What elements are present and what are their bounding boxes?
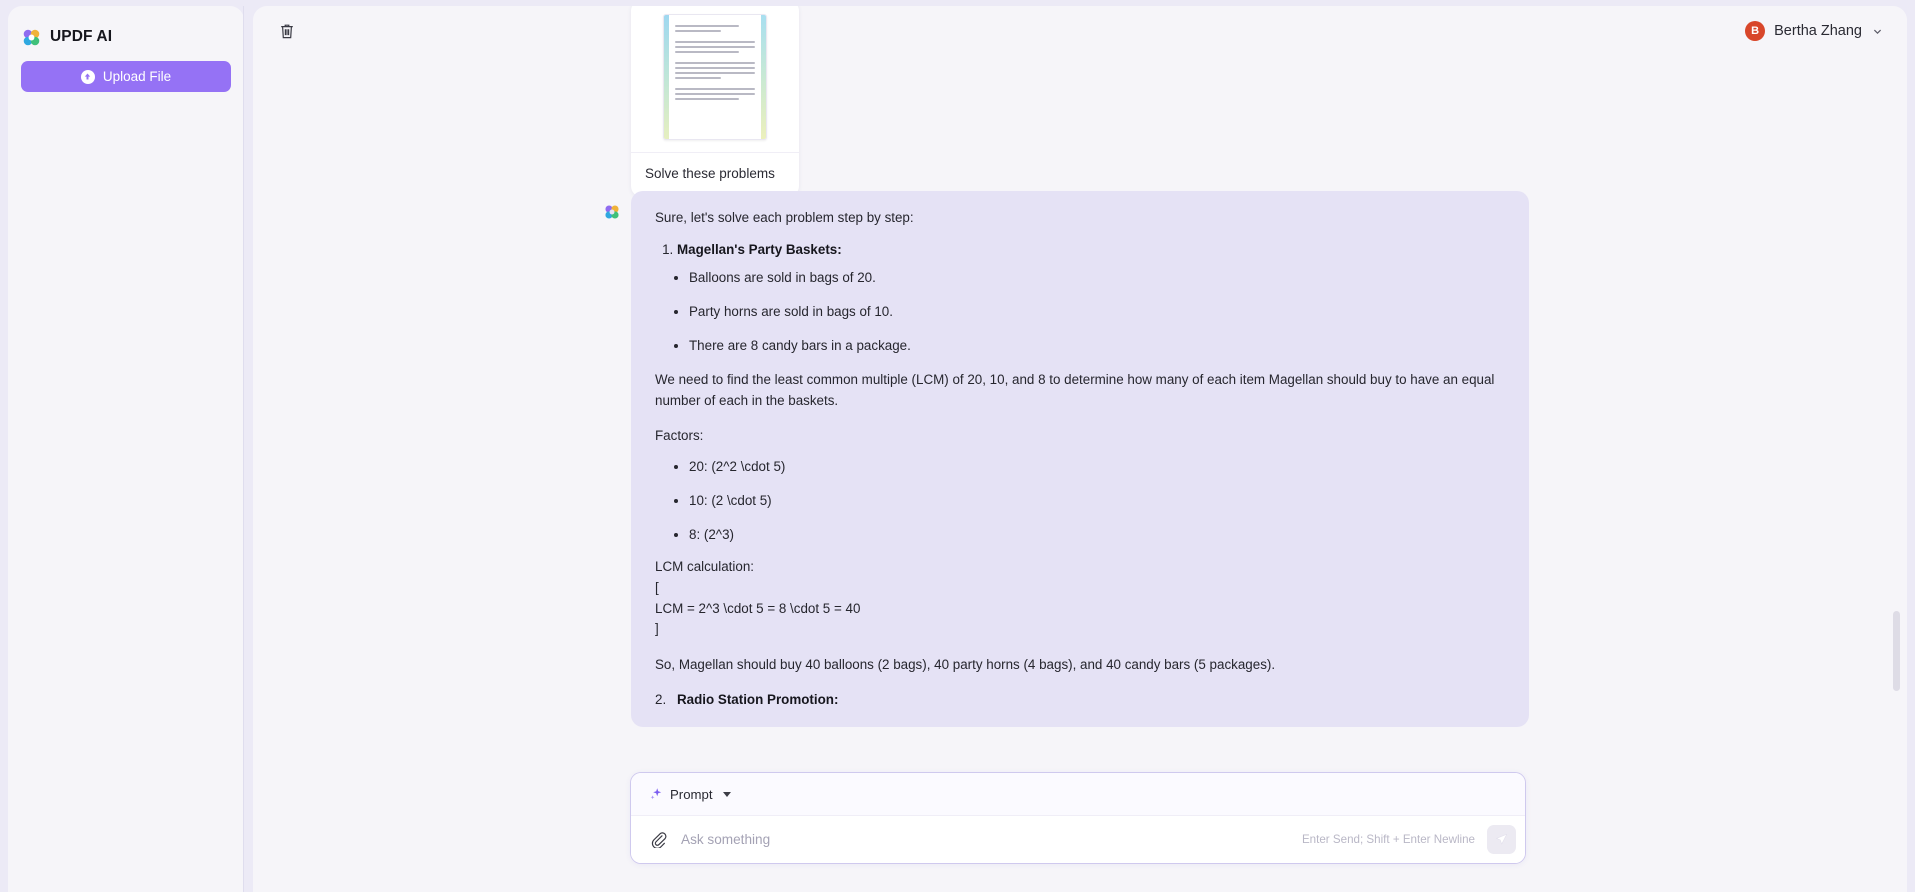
item-1-conclusion: So, Magellan should buy 40 balloons (2 b… <box>655 657 1276 673</box>
user-message: Solve these problems <box>631 6 799 197</box>
step-item-1-title: Magellan's Party Baskets: <box>677 242 1505 257</box>
item-1-factors: 20: (2^2 \cdot 5) 10: (2 \cdot 5) 8: (2^… <box>655 458 1505 544</box>
brand-title: UPDF AI <box>50 28 113 45</box>
upload-circle-icon <box>80 69 95 84</box>
paperclip-icon[interactable] <box>649 830 668 849</box>
attachment-thumbnail[interactable] <box>631 6 799 140</box>
assistant-intro: Sure, let's solve each problem step by s… <box>655 210 914 225</box>
sparkle-icon <box>649 787 663 801</box>
chevron-down-icon <box>1872 26 1883 37</box>
list-item: Party horns are sold in bags of 10. <box>689 303 1505 321</box>
step-item-2-number: 2. <box>655 692 667 708</box>
updf-flower-logo-icon <box>22 28 41 47</box>
composer: Prompt Enter Send; Shift + Enter Newline <box>630 772 1526 864</box>
pdf-document-thumbnail-icon <box>663 14 767 140</box>
item-1-bullets: Balloons are sold in bags of 20. Party h… <box>655 269 1505 355</box>
composer-input-row: Enter Send; Shift + Enter Newline <box>631 815 1525 863</box>
list-item: 8: (2^3) <box>689 526 1505 544</box>
assistant-bubble: Sure, let's solve each problem step by s… <box>631 191 1529 728</box>
sidebar-divider <box>243 6 244 892</box>
list-item: There are 8 candy bars in a package. <box>689 337 1505 355</box>
search-input[interactable] <box>681 832 1302 847</box>
main-header: B Bertha Zhang <box>253 6 1907 56</box>
assistant-step-list-2: 2. Radio Station Promotion: <box>655 692 1505 707</box>
step-item-2-title: Radio Station Promotion: <box>677 692 839 708</box>
brand-row: UPDF AI <box>8 6 244 50</box>
lcm-calculation-block: LCM calculation: [ LCM = 2^3 \cdot 5 = 8… <box>655 559 861 637</box>
scrollbar-thumb[interactable] <box>1893 611 1900 691</box>
upload-file-button[interactable]: Upload File <box>21 61 231 92</box>
prompt-selector[interactable]: Prompt <box>649 787 731 802</box>
assistant-step-list: Magellan's Party Baskets: <box>655 242 1505 257</box>
composer-hint: Enter Send; Shift + Enter Newline <box>1301 833 1475 846</box>
avatar: B <box>1745 21 1766 41</box>
list-item: Balloons are sold in bags of 20. <box>689 269 1505 287</box>
composer-toolbar: Prompt <box>631 773 1525 815</box>
upload-file-label: Upload File <box>102 69 172 84</box>
updf-flower-logo-icon <box>604 204 620 220</box>
item-1-paragraph: We need to find the least common multipl… <box>655 372 1495 408</box>
main-panel: B Bertha Zhang Solve these problems Sure… <box>253 6 1907 892</box>
prompt-selector-label: Prompt <box>670 786 713 802</box>
scrollbar[interactable] <box>1893 66 1900 766</box>
step-item-2: 2. Radio Station Promotion: <box>655 692 1505 708</box>
trash-icon[interactable] <box>275 18 299 44</box>
user-menu[interactable]: B Bertha Zhang <box>1745 21 1885 41</box>
send-button[interactable] <box>1487 825 1516 854</box>
caret-down-icon <box>722 791 731 797</box>
factors-label: Factors: <box>655 427 704 443</box>
sidebar: UPDF AI Upload File <box>8 6 244 892</box>
user-name: Bertha Zhang <box>1774 23 1862 39</box>
app-root: UPDF AI Upload File B Bertha Zhang Solve… <box>0 0 1915 892</box>
list-item: 20: (2^2 \cdot 5) <box>689 458 1505 476</box>
list-item: 10: (2 \cdot 5) <box>689 492 1505 510</box>
chat-scroll-area[interactable]: Solve these problems Sure, let's solve e… <box>253 6 1907 892</box>
